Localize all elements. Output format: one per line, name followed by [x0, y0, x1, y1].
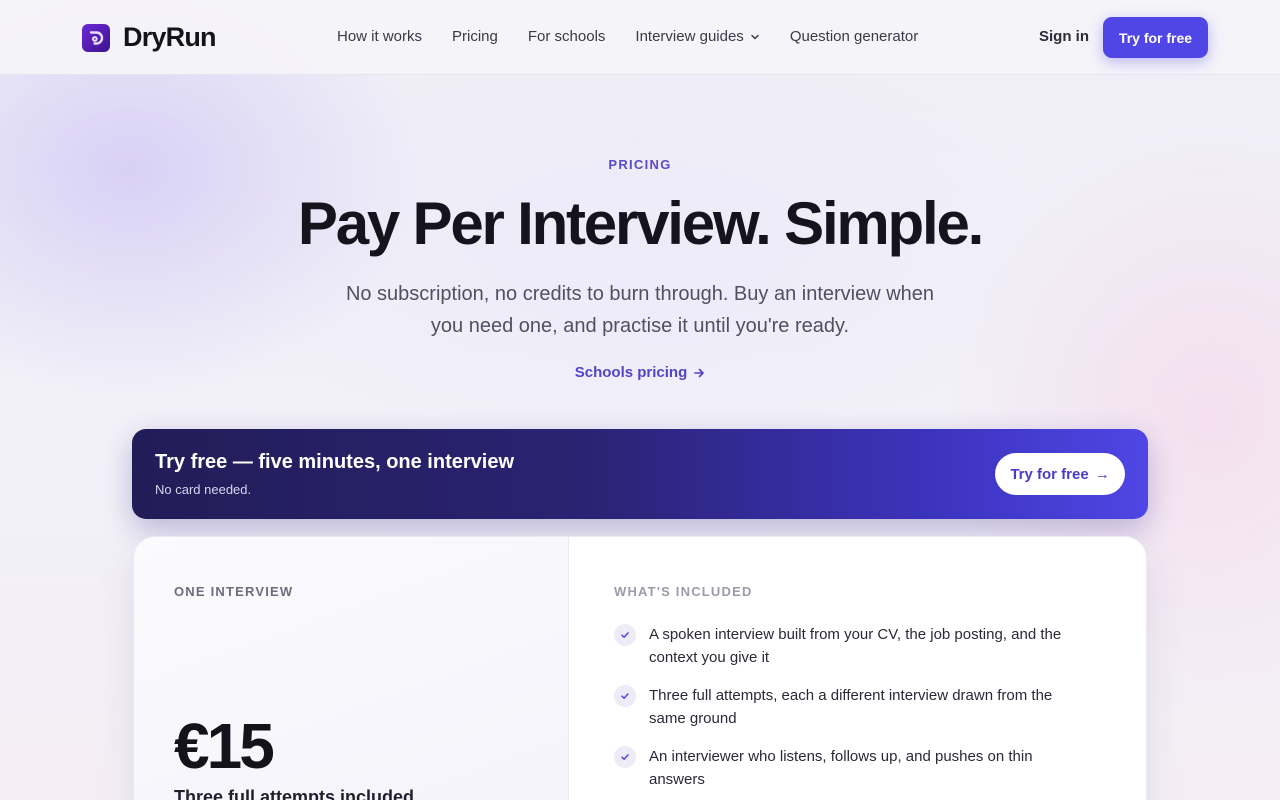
feature-list: A spoken interview built from your CV, t… [614, 623, 1094, 800]
banner-title: Try free — five minutes, one interview [155, 451, 515, 473]
top-navigation: DryRun How it works Pricing For schools … [0, 0, 1280, 75]
free-trial-banner: Try free — five minutes, one interview N… [132, 429, 1148, 519]
nav-question-generator[interactable]: Question generator [790, 28, 918, 45]
check-icon [614, 746, 636, 768]
plan-label: ONE INTERVIEW [174, 584, 294, 599]
pricing-card: ONE INTERVIEW €15 Three full attempts in… [133, 536, 1147, 800]
plan-summary: ONE INTERVIEW €15 Three full attempts in… [134, 537, 569, 800]
page-title: Pay Per Interview. Simple. [297, 190, 984, 257]
schools-pricing-link[interactable]: Schools pricing [0, 364, 1280, 381]
main-nav: How it works Pricing For schools Intervi… [337, 28, 918, 45]
brand-logo[interactable]: DryRun [82, 22, 217, 53]
nav-pricing[interactable]: Pricing [452, 28, 498, 45]
schools-pricing-label: Schools pricing [574, 364, 688, 381]
nav-how-it-works[interactable]: How it works [337, 28, 422, 45]
nav-interview-guides[interactable]: Interview guides [635, 28, 759, 45]
chevron-down-icon [750, 32, 760, 42]
list-item: An interviewer who listens, follows up, … [614, 745, 1094, 791]
plan-price-note: Three full attempts included [174, 787, 415, 800]
plan-price: €15 [174, 710, 275, 782]
try-for-free-button[interactable]: Try for free [1103, 17, 1208, 58]
banner-try-for-free-button[interactable]: Try for free → [995, 453, 1125, 495]
section-eyebrow: PRICING [608, 157, 672, 172]
logo-mark-icon [82, 23, 110, 52]
feature-text: An interviewer who listens, follows up, … [649, 748, 1033, 788]
feature-text: A spoken interview built from your CV, t… [649, 626, 1062, 666]
arrow-right-icon: → [1094, 465, 1110, 483]
check-icon [614, 685, 636, 707]
sign-in-link[interactable]: Sign in [1039, 28, 1089, 45]
brand-name: DryRun [123, 22, 217, 52]
banner-cta-label: Try for free [1010, 465, 1089, 483]
included-label: WHAT'S INCLUDED [614, 584, 753, 599]
nav-interview-guides-label: Interview guides [635, 28, 744, 45]
page-subtitle: No subscription, no credits to burn thro… [345, 283, 935, 337]
banner-subtitle: No card needed. [155, 482, 252, 497]
nav-for-schools[interactable]: For schools [528, 28, 606, 45]
check-icon [614, 624, 636, 646]
feature-text: Three full attempts, each a different in… [649, 687, 1053, 727]
list-item: A spoken interview built from your CV, t… [614, 623, 1094, 669]
list-item: Three full attempts, each a different in… [614, 684, 1094, 730]
arrow-right-icon [693, 367, 705, 379]
